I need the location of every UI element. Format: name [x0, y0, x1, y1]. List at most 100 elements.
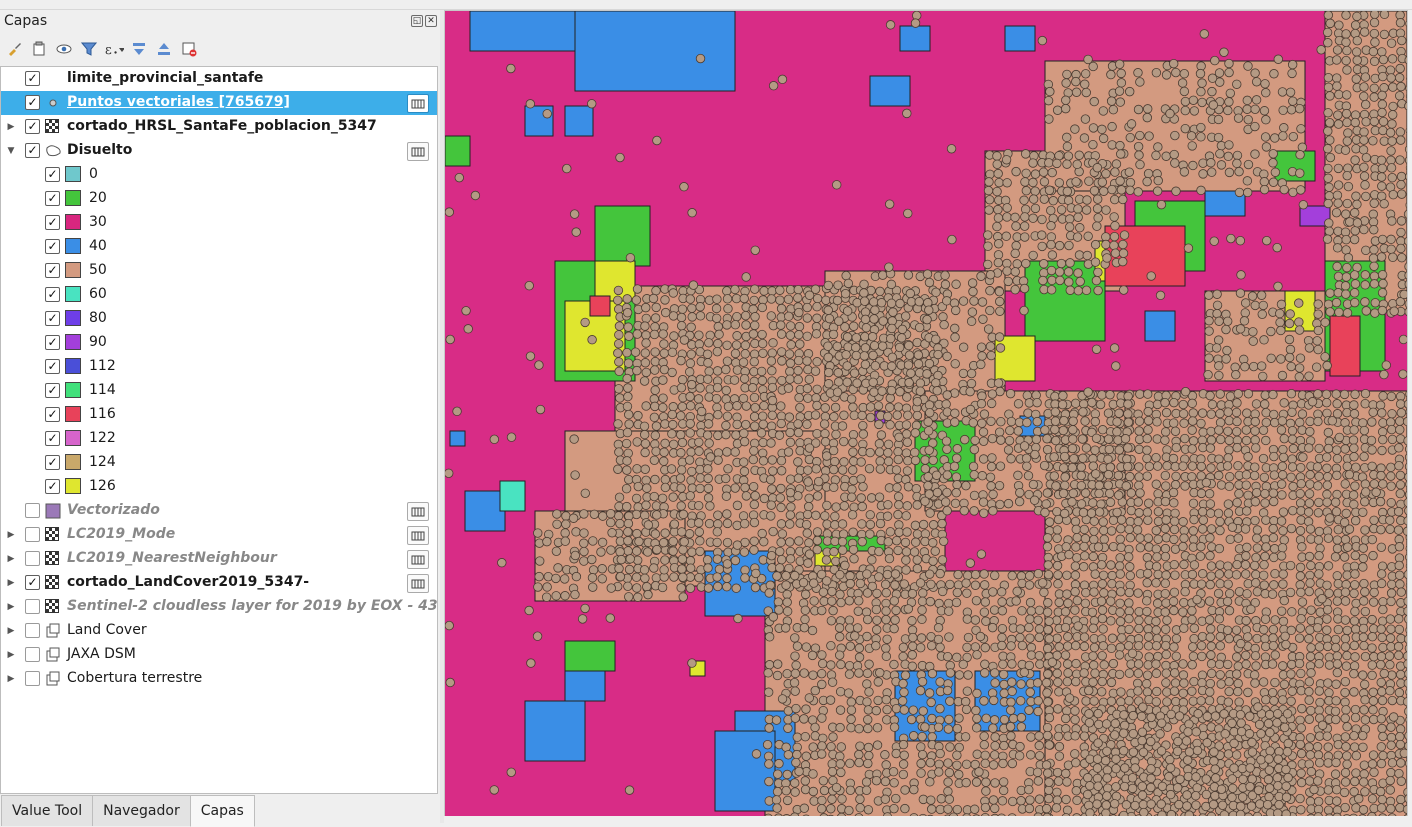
layer-item[interactable]: ▶Land Cover	[1, 619, 437, 643]
visibility-checkbox[interactable]: ✓	[45, 263, 60, 278]
population-point	[1279, 132, 1288, 141]
visibility-checkbox[interactable]	[25, 623, 40, 638]
layer-item[interactable]: ▼✓Disuelto	[1, 139, 437, 163]
legend-class-item[interactable]: ✓40	[1, 235, 437, 259]
visibility-checkbox[interactable]: ✓	[45, 335, 60, 350]
expand-arrow-icon[interactable]: ▶	[6, 625, 16, 637]
visibility-checkbox[interactable]: ✓	[25, 71, 40, 86]
population-point	[1351, 482, 1360, 491]
population-point	[750, 296, 759, 305]
visibility-checkbox[interactable]: ✓	[45, 287, 60, 302]
memory-layer-icon[interactable]	[407, 502, 429, 521]
collapse-arrow-icon[interactable]: ▼	[6, 145, 16, 157]
layer-item[interactable]: ▶JAXA DSM	[1, 643, 437, 667]
layer-item[interactable]: Vectorizado	[1, 499, 437, 523]
visibility-checkbox[interactable]	[25, 599, 40, 614]
map-canvas[interactable]	[444, 10, 1408, 818]
visibility-checkbox[interactable]: ✓	[25, 143, 40, 158]
expand-arrow-icon[interactable]: ▶	[6, 553, 16, 565]
population-point	[838, 466, 847, 475]
expand-arrow-icon[interactable]: ▶	[6, 529, 16, 541]
memory-layer-icon[interactable]	[407, 526, 429, 545]
visibility-checkbox[interactable]: ✓	[45, 383, 60, 398]
population-point	[1045, 159, 1054, 168]
visibility-checkbox[interactable]: ✓	[45, 455, 60, 470]
layer-item[interactable]: ▶✓cortado_HRSL_SantaFe_poblacion_5347	[1, 115, 437, 139]
legend-class-item[interactable]: ✓0	[1, 163, 437, 187]
visibility-checkbox[interactable]: ✓	[45, 191, 60, 206]
expression-filter-icon[interactable]: ε∙	[104, 39, 124, 59]
memory-layer-icon[interactable]	[407, 94, 429, 113]
expand-all-icon[interactable]	[129, 39, 149, 59]
expand-arrow-icon[interactable]: ▶	[6, 673, 16, 685]
population-point	[1350, 271, 1359, 280]
population-point	[1111, 249, 1120, 258]
tab-capas[interactable]: Capas	[190, 795, 255, 827]
remove-layer-icon[interactable]	[179, 39, 199, 59]
float-panel-icon[interactable]: ◱	[411, 15, 423, 27]
layer-item[interactable]: ▶Cobertura terrestre	[1, 667, 437, 691]
filter-icon[interactable]	[79, 39, 99, 59]
legend-class-item[interactable]: ✓30	[1, 211, 437, 235]
visibility-checkbox[interactable]: ✓	[45, 407, 60, 422]
population-point	[875, 439, 884, 448]
population-point	[1214, 133, 1223, 142]
visibility-eye-icon[interactable]	[54, 39, 74, 59]
visibility-checkbox[interactable]: ✓	[45, 167, 60, 182]
visibility-checkbox[interactable]	[25, 647, 40, 662]
layer-item[interactable]: ✓Puntos vectoriales [765679]	[1, 91, 437, 115]
layer-item[interactable]: ▶LC2019_Mode	[1, 523, 437, 547]
memory-layer-icon[interactable]	[407, 142, 429, 161]
add-group-icon[interactable]	[29, 39, 49, 59]
visibility-checkbox[interactable]	[25, 503, 40, 518]
visibility-checkbox[interactable]: ✓	[25, 119, 40, 134]
expand-arrow-icon[interactable]: ▶	[6, 649, 16, 661]
legend-class-item[interactable]: ✓90	[1, 331, 437, 355]
layer-item[interactable]: ▶LC2019_NearestNeighbour	[1, 547, 437, 571]
memory-layer-icon[interactable]	[407, 574, 429, 593]
legend-class-item[interactable]: ✓124	[1, 451, 437, 475]
population-point	[650, 564, 659, 573]
visibility-checkbox[interactable]: ✓	[45, 215, 60, 230]
visibility-checkbox[interactable]	[25, 527, 40, 542]
population-point	[1059, 426, 1068, 435]
collapse-all-icon[interactable]	[154, 39, 174, 59]
legend-class-item[interactable]: ✓126	[1, 475, 437, 499]
tab-value-tool[interactable]: Value Tool	[1, 795, 93, 826]
legend-class-item[interactable]: ✓50	[1, 259, 437, 283]
population-point	[858, 411, 867, 420]
style-brush-icon[interactable]	[4, 39, 24, 59]
legend-class-item[interactable]: ✓60	[1, 283, 437, 307]
layer-item[interactable]: ✓limite_provincial_santafe	[1, 67, 437, 91]
visibility-checkbox[interactable]: ✓	[25, 95, 40, 110]
population-point	[1189, 652, 1198, 661]
legend-class-item[interactable]: ✓114	[1, 379, 437, 403]
legend-class-item[interactable]: ✓20	[1, 187, 437, 211]
visibility-checkbox[interactable]: ✓	[45, 359, 60, 374]
expand-arrow-icon[interactable]: ▶	[6, 601, 16, 613]
visibility-checkbox[interactable]: ✓	[45, 431, 60, 446]
visibility-checkbox[interactable]: ✓	[25, 575, 40, 590]
tab-navegador[interactable]: Navegador	[92, 795, 191, 826]
visibility-checkbox[interactable]: ✓	[45, 239, 60, 254]
expand-arrow-icon[interactable]: ▶	[6, 121, 16, 133]
visibility-checkbox[interactable]: ✓	[45, 311, 60, 326]
close-panel-icon[interactable]: ✕	[425, 15, 437, 27]
legend-class-item[interactable]: ✓80	[1, 307, 437, 331]
expand-arrow-icon[interactable]: ▶	[6, 577, 16, 589]
population-point	[660, 365, 669, 374]
legend-class-item[interactable]: ✓116	[1, 403, 437, 427]
memory-layer-icon[interactable]	[407, 550, 429, 569]
population-point	[796, 340, 805, 349]
population-point	[913, 411, 922, 420]
population-point	[1224, 562, 1233, 571]
legend-class-item[interactable]: ✓112	[1, 355, 437, 379]
legend-class-item[interactable]: ✓122	[1, 427, 437, 451]
population-point	[1306, 427, 1315, 436]
visibility-checkbox[interactable]	[25, 551, 40, 566]
layer-item[interactable]: ▶Sentinel-2 cloudless layer for 2019 by …	[1, 595, 437, 619]
visibility-checkbox[interactable]: ✓	[45, 479, 60, 494]
population-point	[1388, 55, 1397, 64]
layer-item[interactable]: ▶✓cortado_LandCover2019_5347-	[1, 571, 437, 595]
visibility-checkbox[interactable]	[25, 671, 40, 686]
